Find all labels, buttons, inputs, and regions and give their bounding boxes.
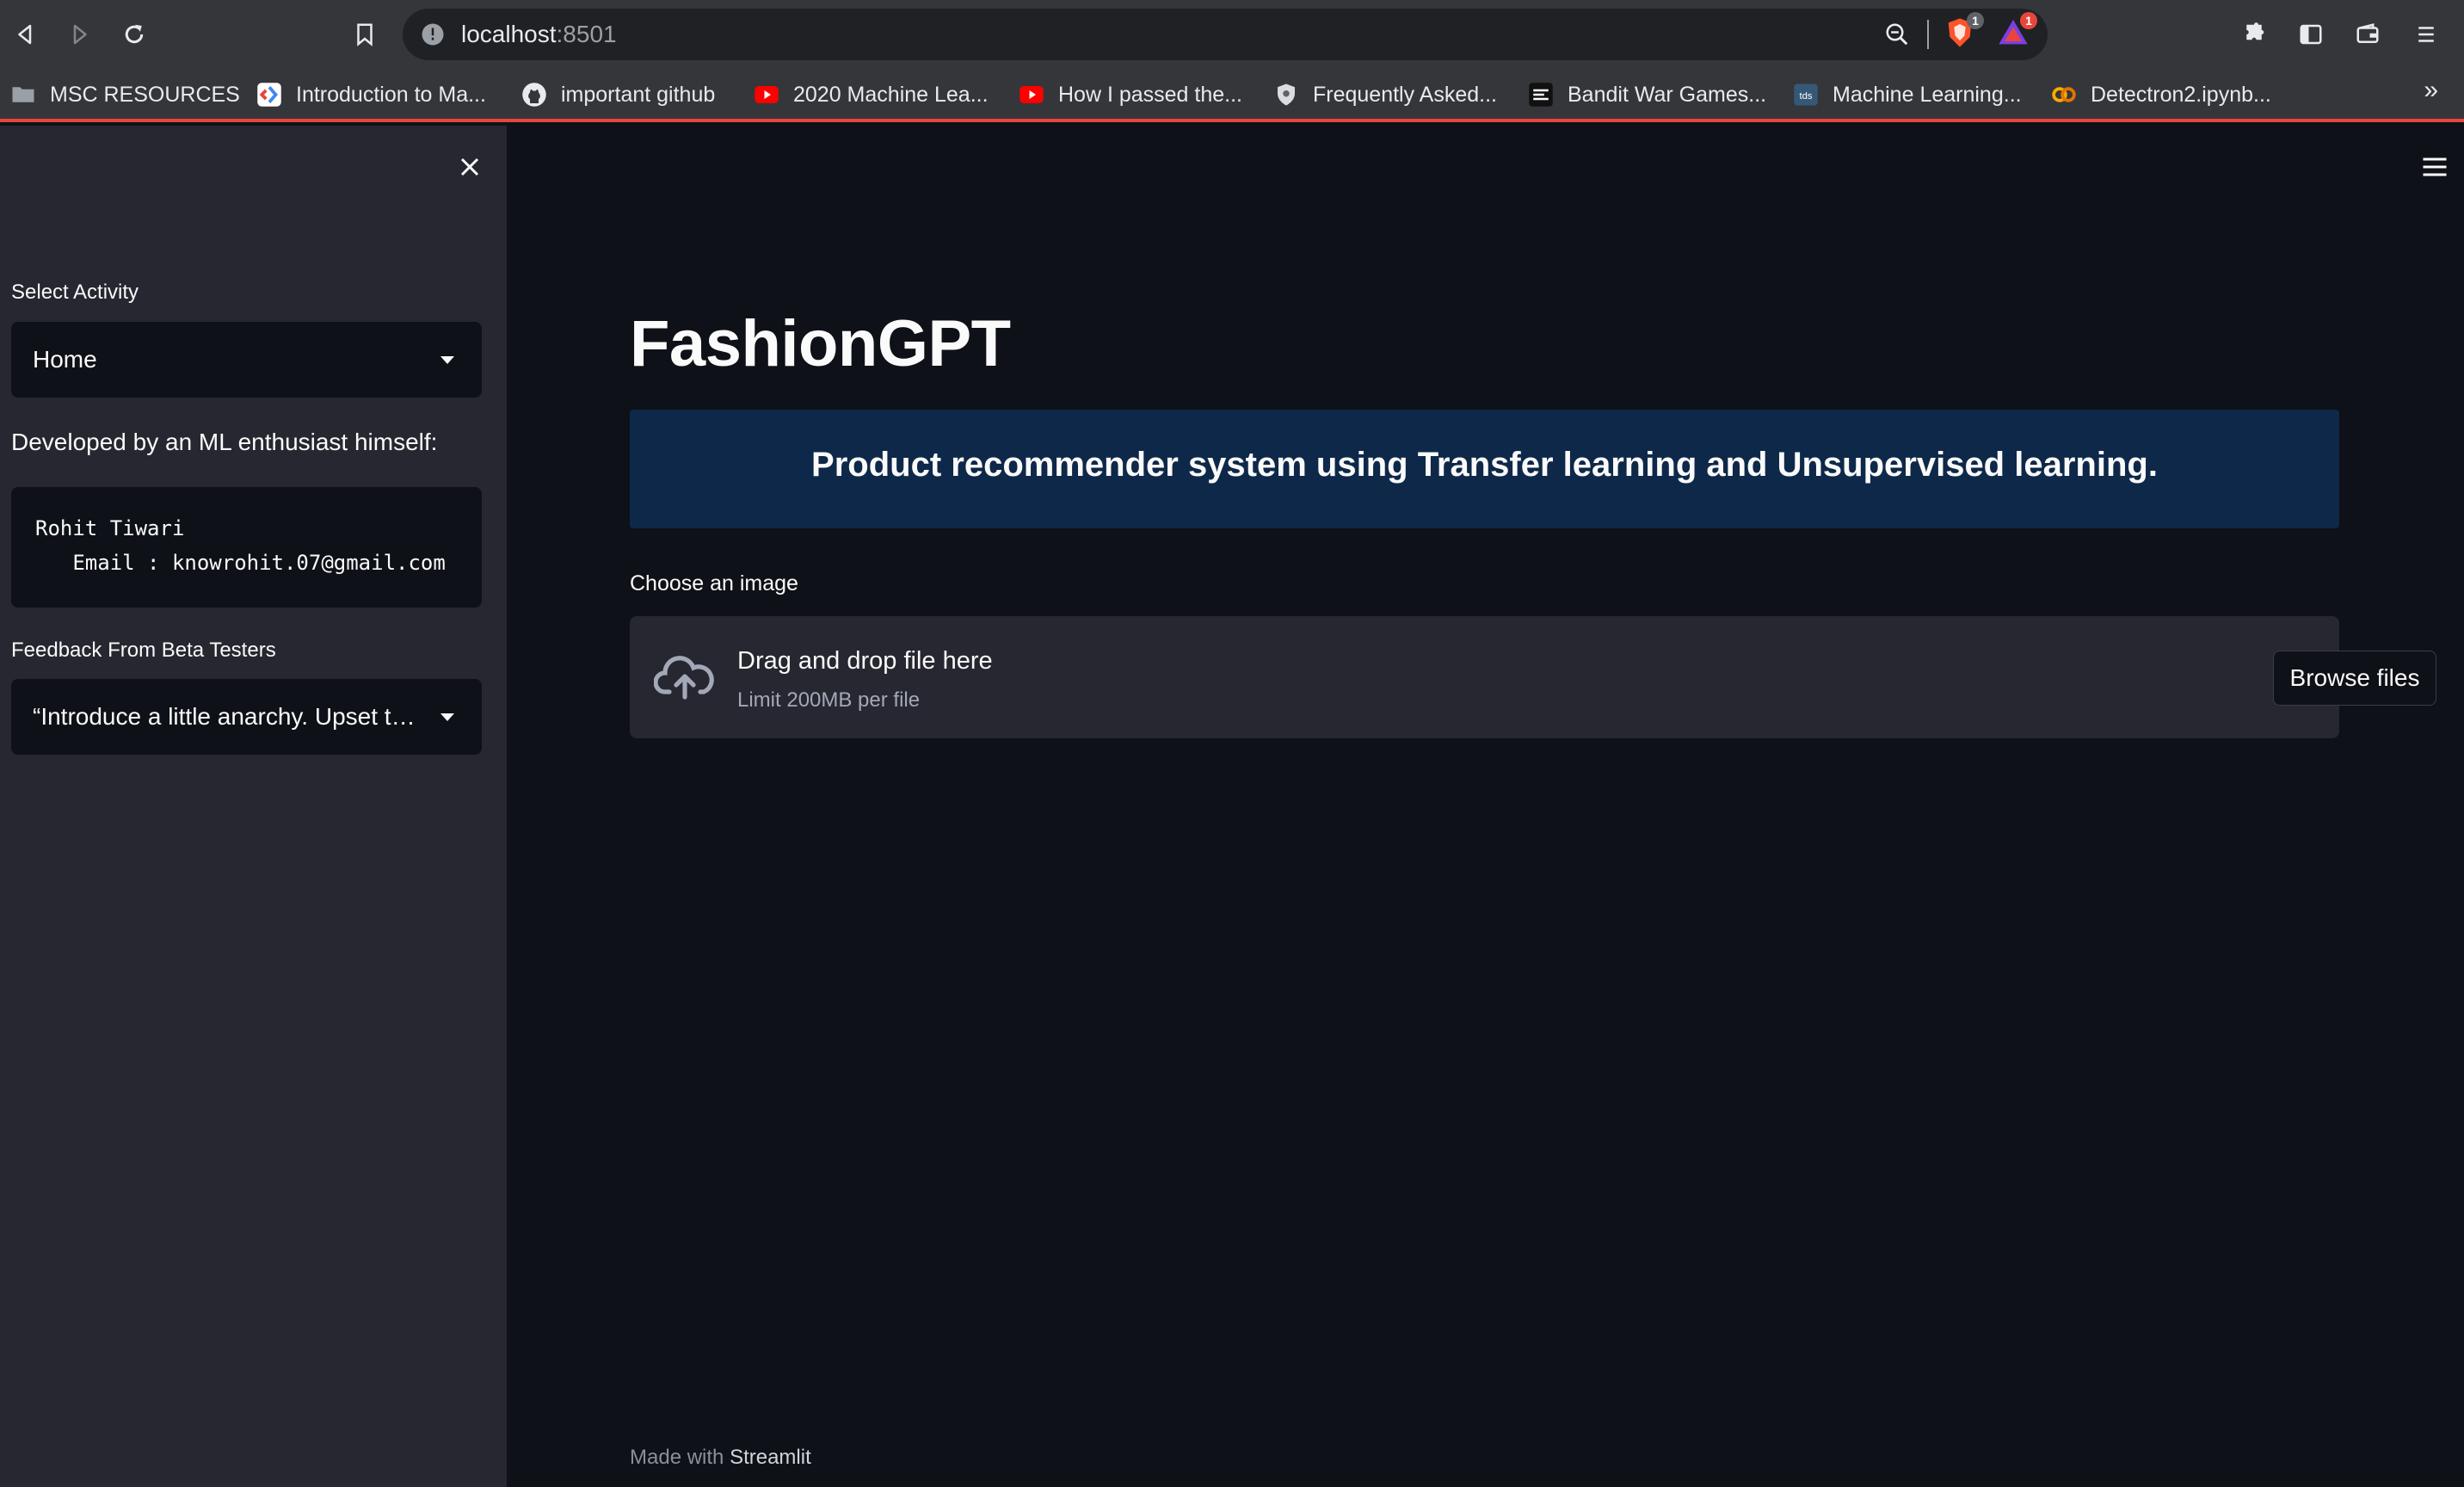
- bookmarks-overflow-button[interactable]: »: [2424, 76, 2438, 105]
- bookmark-machine-learning[interactable]: tds Machine Learning...: [1793, 79, 2022, 110]
- shield-icon: [1273, 82, 1299, 108]
- wallet-icon[interactable]: [2347, 14, 2388, 55]
- browse-files-button[interactable]: Browse files: [2273, 651, 2436, 706]
- tds-icon: tds: [1793, 82, 1819, 108]
- colab-icon: [2051, 82, 2077, 108]
- url-host: localhost: [461, 21, 557, 47]
- bookmark-bandit-war-games[interactable]: Bandit War Games...: [1528, 79, 1766, 110]
- dropzone-title: Drag and drop file here: [737, 647, 993, 675]
- brave-shields-icon[interactable]: 1: [1943, 12, 1984, 50]
- svg-text:tds: tds: [1799, 91, 1812, 102]
- back-icon[interactable]: [5, 14, 46, 55]
- developer-code-block: Rohit Tiwari Email : knowrohit.07@gmail.…: [11, 487, 482, 608]
- dropzone-limit: Limit 200MB per file: [737, 688, 921, 712]
- browser-toolbar: localhost:8501 1 1: [0, 0, 2464, 71]
- bookmark-msc-resources[interactable]: MSC RESOURCES: [10, 79, 240, 110]
- folder-icon: [10, 82, 36, 108]
- developer-name: Rohit Tiwari: [35, 516, 185, 540]
- bookmark-frequently-asked[interactable]: Frequently Asked...: [1273, 79, 1497, 110]
- url-text: localhost:8501: [461, 21, 617, 48]
- info-banner: Product recommender system using Transfe…: [630, 410, 2339, 528]
- feedback-dropdown[interactable]: “Introduce a little anarchy. Upset the e…: [11, 679, 482, 755]
- banner-text: Product recommender system using Transfe…: [811, 446, 2158, 484]
- bookmark-important-github[interactable]: important github: [521, 79, 715, 110]
- bookmark-label: Detectron2.ipynb...: [2091, 82, 2271, 107]
- bookmark-label: Introduction to Ma...: [296, 82, 486, 107]
- reload-icon[interactable]: [114, 14, 155, 55]
- bookmark-label: Frequently Asked...: [1313, 82, 1498, 107]
- bookmark-2020-machine-learning[interactable]: 2020 Machine Lea...: [754, 79, 989, 110]
- footer-prefix: Made with: [630, 1446, 730, 1469]
- bookmark-label: MSC RESOURCES: [50, 82, 240, 107]
- browser-menu-icon[interactable]: [2405, 14, 2447, 55]
- extensions-puzzle-icon[interactable]: [2233, 14, 2275, 55]
- footer-streamlit-link[interactable]: Streamlit: [730, 1446, 811, 1469]
- feedback-label: Feedback From Beta Testers: [11, 639, 276, 662]
- overthewire-icon: [1528, 82, 1554, 108]
- bookmark-label: important github: [561, 82, 716, 107]
- feedback-value: “Introduce a little anarchy. Upset the e…: [33, 703, 428, 730]
- zoom-icon[interactable]: [1884, 22, 1910, 47]
- bookmark-how-i-passed[interactable]: How I passed the...: [1019, 79, 1242, 110]
- url-port: :8501: [556, 21, 617, 47]
- github-icon: [521, 82, 547, 108]
- youtube-icon: [754, 82, 779, 108]
- colab-icon: [256, 82, 282, 108]
- file-uploader-label: Choose an image: [630, 571, 798, 595]
- hamburger-menu-icon[interactable]: [2418, 151, 2452, 182]
- youtube-icon: [1019, 82, 1044, 108]
- file-dropzone[interactable]: Drag and drop file here Limit 200MB per …: [630, 616, 2436, 738]
- select-activity-dropdown[interactable]: Home: [11, 322, 482, 398]
- app-main: FashionGPT Product recommender system us…: [507, 126, 2464, 1487]
- select-activity-label: Select Activity: [11, 281, 139, 304]
- bookmark-label: How I passed the...: [1058, 82, 1243, 107]
- bookmark-label: Machine Learning...: [1833, 82, 2022, 107]
- page-title: FashionGPT: [630, 307, 1011, 380]
- address-bar[interactable]: localhost:8501 1 1: [403, 9, 2048, 60]
- app-sidebar: Select Activity Home Developed by an ML …: [0, 126, 507, 1487]
- rewards-count: 1: [2020, 12, 2037, 29]
- select-activity-value: Home: [33, 346, 97, 373]
- omnibox-divider: [1927, 20, 1929, 49]
- chevron-down-icon: [440, 356, 454, 364]
- bookmark-icon[interactable]: [344, 14, 385, 55]
- developer-text: Developed by an ML enthusiast himself:: [11, 429, 438, 455]
- chevron-down-icon: [440, 713, 454, 721]
- bookmark-label: Bandit War Games...: [1568, 82, 1767, 107]
- brave-rewards-icon[interactable]: 1: [1996, 12, 2037, 50]
- sidebar-toggle-icon[interactable]: [2290, 14, 2332, 55]
- close-sidebar-icon[interactable]: [454, 151, 485, 182]
- bookmark-introduction[interactable]: Introduction to Ma...: [256, 79, 486, 110]
- forward-icon[interactable]: [59, 14, 100, 55]
- footer: Made with Streamlit: [630, 1446, 811, 1470]
- bookmarks-bar: MSC RESOURCES Introduction to Ma... impo…: [0, 71, 2464, 122]
- shields-count: 1: [1967, 12, 1984, 29]
- developer-email: Email : knowrohit.07@gmail.com: [35, 551, 446, 575]
- bookmark-label: 2020 Machine Lea...: [793, 82, 989, 107]
- bookmark-detectron2[interactable]: Detectron2.ipynb...: [2051, 79, 2271, 110]
- cloud-upload-icon: [654, 656, 714, 700]
- site-info-icon[interactable]: [420, 22, 446, 47]
